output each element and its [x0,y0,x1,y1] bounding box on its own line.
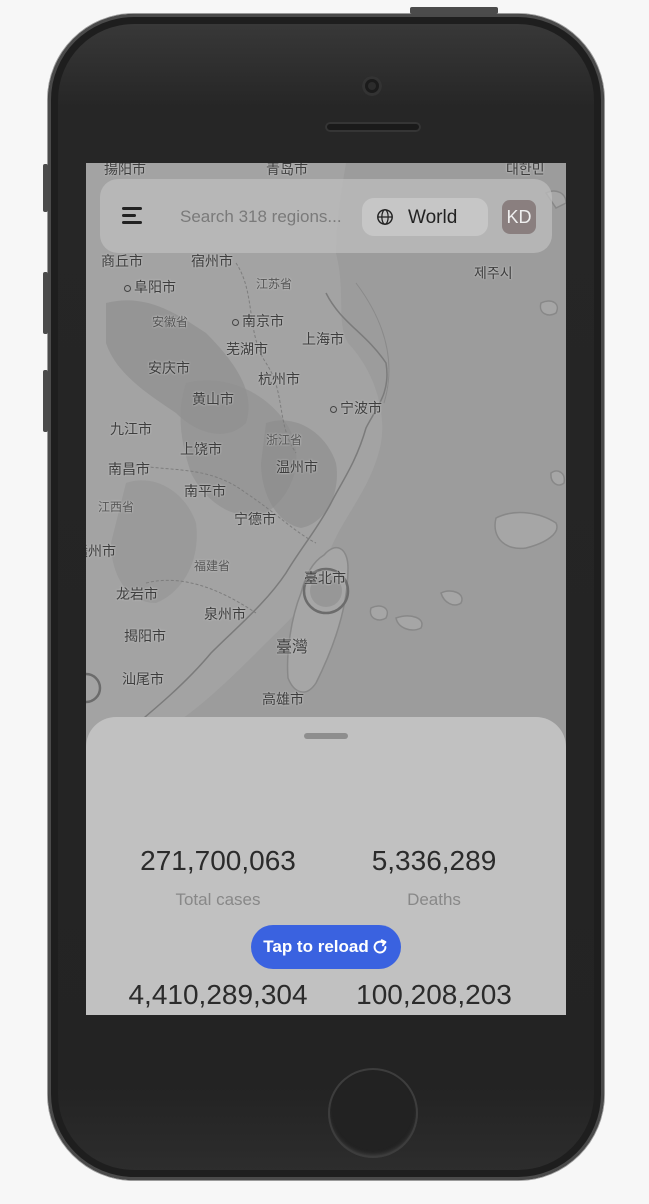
map-label-text: 宁波市 [340,401,382,417]
power-button [410,7,498,14]
map-label: 青岛市 [266,163,308,178]
sheet-drag-handle[interactable] [304,733,348,739]
map-label: 商丘市 [101,254,143,270]
map-label: 제주시 [474,266,513,282]
map-label: 南京市 [232,311,284,331]
map-label: 宁德市 [234,512,276,528]
world-label: World [408,207,458,228]
app-screen: 揚阳市 青岛市 대한민 商丘市 宿州市 제주시 阜阳市 江苏省 安徽省 南京市 … [86,163,566,1015]
front-camera [362,76,382,96]
map-label: 龙岩市 [116,587,158,603]
region-search-input[interactable] [180,201,350,233]
map-label: 安庆市 [148,361,190,377]
map-label: 泉州市 [204,607,246,623]
map-label: 江苏省 [256,277,293,291]
map-label: 臺灣 [276,637,309,656]
stats-bottom-sheet: 271,700,063 Total cases 5,336,289 Deaths… [86,717,566,1015]
refresh-icon [373,939,387,954]
map-view[interactable]: 揚阳市 青岛市 대한민 商丘市 宿州市 제주시 阜阳市 江苏省 安徽省 南京市 … [86,163,566,763]
deaths-value: 5,336,289 [371,845,497,876]
map-label: 浙江省 [266,433,303,447]
globe-icon [377,209,393,225]
map-label: 揚阳市 [104,163,146,178]
deaths-label: Deaths [407,890,461,909]
volume-up-button [43,272,48,334]
map-label: 대한민 [506,163,545,178]
map-label: 揭阳市 [124,629,166,645]
mute-switch [43,164,48,212]
reload-label: Tap to reload [263,937,369,956]
fourth-stat-value: 100,208,203 [356,979,512,1010]
map-label: 南平市 [184,484,226,500]
map-label: 九江市 [110,422,152,438]
home-button[interactable] [328,1068,418,1158]
map-label-text: 南京市 [242,314,284,330]
map-label: 芜湖市 [226,342,268,358]
map-label: 宿州市 [191,254,233,270]
volume-down-button [43,370,48,432]
world-region-button[interactable]: World [362,198,488,236]
map-label: 赣州市 [86,544,116,560]
total-cases-value: 271,700,063 [140,845,296,876]
map-label: 温州市 [276,460,318,476]
tap-to-reload-button[interactable]: Tap to reload [251,925,401,969]
earpiece-speaker [325,122,421,132]
user-avatar[interactable]: KD [502,200,536,234]
map-label: 福建省 [194,559,231,573]
map-label: 安徽省 [152,315,189,329]
map-label: 汕尾市 [122,672,164,688]
map-label: 臺北市 [304,571,346,587]
map-label: 阜阳市 [124,277,176,297]
map-label: 江西省 [98,500,135,514]
map-label: 南昌市 [108,462,150,478]
map-label: 上饶市 [180,442,222,458]
map-label: 高雄市 [262,692,304,708]
top-search-bar: World KD [100,179,552,253]
map-label: 黄山市 [192,392,234,408]
map-label: 上海市 [302,332,344,348]
map-label: 宁波市 [330,398,382,418]
map-label: 杭州市 [258,372,300,388]
total-cases-label: Total cases [175,890,261,909]
third-stat-value: 4,410,289,304 [128,979,308,1010]
map-label-text: 阜阳市 [134,280,176,296]
hamburger-menu-icon[interactable] [122,205,144,227]
